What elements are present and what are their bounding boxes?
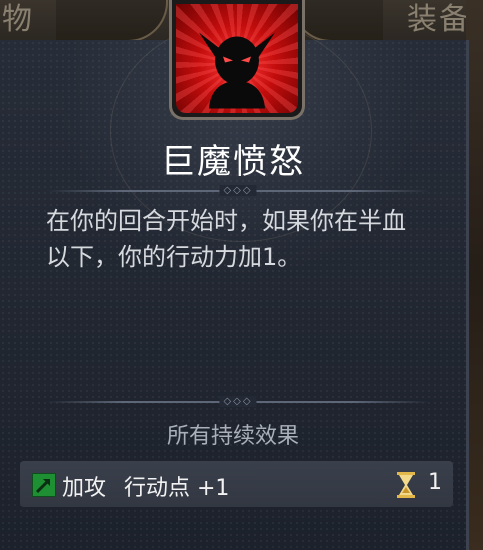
demon-silhouette-icon: [199, 32, 275, 108]
screen: 物 装备 巨魔愤怒 ◇◇◇ 在你的回合开始时，如果你在半血以下，你的行动力加1。…: [0, 0, 483, 550]
tab-equipment[interactable]: 装备: [407, 0, 471, 38]
divider-ornament: ◇◇◇: [219, 396, 257, 407]
tab-left[interactable]: 物: [2, 0, 34, 38]
tab-frame-left: [56, 0, 168, 42]
effects-section-label: 所有持续效果: [166, 424, 299, 449]
ability-icon-frame: [169, 0, 305, 120]
ability-title: 巨魔愤怒: [161, 142, 305, 182]
demon-head-icon: [176, 4, 298, 113]
effect-name: 加攻: [62, 476, 107, 501]
effects-divider: ◇◇◇: [46, 396, 430, 407]
divider-ornament: ◇◇◇: [219, 185, 257, 196]
effect-duration: 1: [428, 470, 442, 495]
ability-description: 在你的回合开始时，如果你在半血以下，你的行动力加1。: [46, 207, 406, 271]
hourglass-icon: [396, 472, 416, 498]
effect-row[interactable]: 加攻 行动点 +1 1: [20, 461, 453, 507]
effect-detail: 行动点 +1: [124, 476, 230, 501]
green-arrow-icon: [32, 473, 56, 497]
title-divider: ◇◇◇: [46, 185, 430, 196]
